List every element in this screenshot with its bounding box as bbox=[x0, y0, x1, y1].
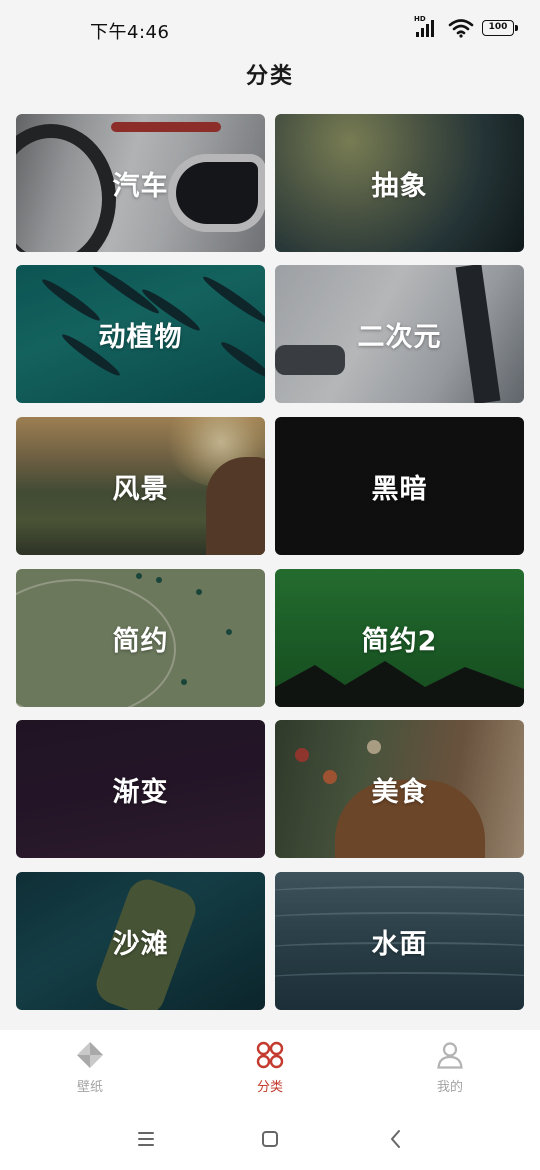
category-tile-animals-plants[interactable]: 动植物 bbox=[16, 265, 265, 403]
category-label: 抽象 bbox=[371, 170, 428, 202]
nav-label: 壁纸 bbox=[76, 1080, 103, 1095]
nav-item-category[interactable]: 分类 bbox=[210, 1040, 330, 1095]
category-label: 动植物 bbox=[98, 321, 183, 353]
menu-icon[interactable] bbox=[133, 1126, 159, 1152]
nav-item-profile[interactable]: 我的 bbox=[390, 1040, 510, 1095]
category-tile-food[interactable]: 美食 bbox=[275, 720, 524, 858]
category-label: 美食 bbox=[371, 776, 428, 808]
home-icon[interactable] bbox=[257, 1126, 283, 1152]
profile-icon bbox=[437, 1042, 463, 1069]
status-bar: 下午4:46 HD 100 bbox=[0, 0, 540, 56]
category-label: 渐变 bbox=[112, 776, 169, 808]
category-icon bbox=[256, 1041, 284, 1069]
category-label: 沙滩 bbox=[112, 928, 169, 960]
category-tile-minimal-2[interactable]: 简约2 bbox=[275, 569, 524, 707]
page-title: 分类 bbox=[245, 64, 294, 89]
wifi-icon bbox=[448, 19, 474, 38]
category-label: 简约2 bbox=[361, 625, 438, 657]
category-tile-dark[interactable]: 黑暗 bbox=[275, 417, 524, 555]
nav-label: 分类 bbox=[256, 1080, 283, 1095]
category-tile-abstract[interactable]: 抽象 bbox=[275, 114, 524, 252]
nav-label: 我的 bbox=[436, 1080, 463, 1095]
category-tile-car[interactable]: 汽车 bbox=[16, 114, 265, 252]
nav-item-wallpaper[interactable]: 壁纸 bbox=[30, 1040, 150, 1095]
category-label: 汽车 bbox=[112, 170, 169, 202]
category-tile-anime[interactable]: 二次元 bbox=[275, 265, 524, 403]
category-tile-scenery[interactable]: 风景 bbox=[16, 417, 265, 555]
category-tile-gradient[interactable]: 渐变 bbox=[16, 720, 265, 858]
status-time: 下午4:46 bbox=[90, 22, 170, 43]
category-label: 黑暗 bbox=[371, 473, 428, 505]
category-label: 简约 bbox=[112, 625, 169, 657]
back-icon[interactable] bbox=[383, 1126, 409, 1152]
status-icons: HD 100 bbox=[414, 15, 518, 38]
app-screen: 下午4:46 HD 100 分类 汽车 抽象 动植物 二次元 风景 黑暗 简约 … bbox=[0, 0, 540, 1170]
signal-icon: HD bbox=[414, 15, 440, 38]
category-label: 风景 bbox=[112, 473, 169, 505]
category-tile-water[interactable]: 水面 bbox=[275, 872, 524, 1010]
battery-icon: 100 bbox=[482, 20, 518, 36]
category-label: 二次元 bbox=[357, 321, 442, 353]
signal-hd-badge: HD bbox=[414, 15, 426, 23]
wallpaper-icon bbox=[77, 1042, 103, 1068]
category-tile-beach[interactable]: 沙滩 bbox=[16, 872, 265, 1010]
system-nav-bar bbox=[0, 1108, 540, 1170]
category-label: 水面 bbox=[371, 928, 428, 960]
bottom-nav: 壁纸 分类 我的 bbox=[0, 1030, 540, 1108]
category-tile-minimal[interactable]: 简约 bbox=[16, 569, 265, 707]
